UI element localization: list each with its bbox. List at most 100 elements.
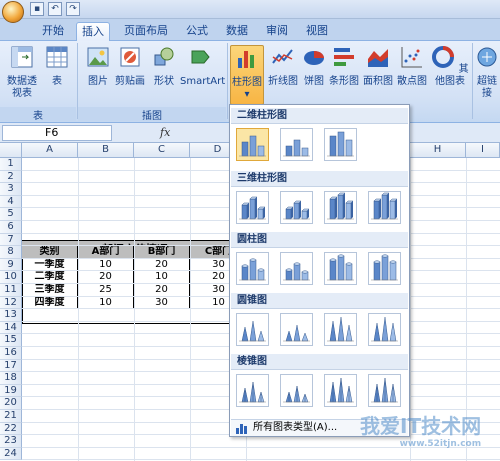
column-chart-label: 柱形图: [232, 77, 262, 88]
table-icon: [46, 46, 68, 68]
tab-data[interactable]: 数据: [220, 22, 254, 41]
scatter-chart-button[interactable]: 散点图: [396, 45, 428, 88]
chart-thumbnail-icon: [327, 192, 354, 220]
row-header[interactable]: 23: [0, 435, 22, 448]
save-icon[interactable]: ▪: [30, 2, 44, 16]
row-header[interactable]: 6: [0, 221, 22, 234]
chart-thumbnail-icon: [283, 385, 310, 403]
tab-review[interactable]: 审阅: [260, 22, 294, 41]
row-header[interactable]: 24: [0, 447, 22, 461]
chart-type-cyl-2[interactable]: [280, 252, 313, 285]
chart-type-cone-2[interactable]: [280, 313, 313, 346]
shapes-label: 形状: [154, 76, 174, 87]
row-header[interactable]: 13: [0, 309, 22, 322]
shapes-button[interactable]: 形状: [150, 45, 178, 88]
line-chart-label: 折线图: [268, 76, 298, 87]
clipart-icon: [120, 47, 140, 67]
chart-type-cyl-3[interactable]: [324, 252, 357, 285]
tab-insert[interactable]: 插入: [76, 22, 110, 41]
watermark-sub: www.52itjn.com: [399, 439, 482, 449]
pie-chart-label: 饼图: [304, 76, 324, 87]
row-header[interactable]: 21: [0, 410, 22, 423]
row-header[interactable]: 7: [0, 233, 22, 247]
chart-thumbnail-icon: [327, 254, 354, 281]
chart-type-pyr-1[interactable]: [236, 374, 269, 407]
fx-icon[interactable]: fx: [160, 126, 170, 139]
chart-type-cyl-4[interactable]: [368, 252, 401, 285]
chart-type-cyl-1[interactable]: [236, 252, 269, 285]
chart-type-col3d-1[interactable]: [236, 191, 269, 224]
redo-icon[interactable]: ↷: [66, 2, 80, 16]
row-header[interactable]: 15: [0, 334, 22, 347]
column-chart-button[interactable]: 柱形图 ▾: [230, 45, 264, 105]
other-charts-button[interactable]: 其他图表: [430, 45, 470, 88]
row-header[interactable]: 17: [0, 359, 22, 373]
row-header[interactable]: 22: [0, 422, 22, 436]
column-header-c[interactable]: C: [134, 143, 190, 158]
picture-button[interactable]: 图片: [84, 45, 112, 88]
hyperlink-icon: [477, 47, 497, 67]
bar-chart-button[interactable]: 条形图: [328, 45, 360, 88]
row-header[interactable]: 2: [0, 170, 22, 184]
chart-type-cone-4[interactable]: [368, 313, 401, 346]
chart-type-col2d-3[interactable]: [324, 128, 357, 161]
grid-line: [78, 158, 79, 461]
row-header[interactable]: 5: [0, 208, 22, 221]
name-box[interactable]: F6: [2, 125, 112, 141]
chart-type-col2d-2[interactable]: [280, 128, 313, 161]
smartart-button[interactable]: SmartArt: [180, 45, 225, 88]
chart-thumbnail-icon: [371, 316, 398, 342]
chart-type-cone-3[interactable]: [324, 313, 357, 346]
row-header[interactable]: 8: [0, 246, 22, 259]
chart-type-pyr-4[interactable]: [368, 374, 401, 407]
column-chart-icon: [238, 51, 254, 68]
tab-formulas[interactable]: 公式: [180, 22, 214, 41]
chart-thumbnail-icon: [283, 324, 310, 342]
chart-thumbnail-icon: [371, 192, 398, 220]
chart-thumbnail-icon: [239, 381, 266, 403]
row-header[interactable]: 4: [0, 195, 22, 209]
office-button[interactable]: [2, 1, 24, 23]
column-header-i[interactable]: I: [466, 143, 500, 158]
row-header[interactable]: 14: [0, 321, 22, 335]
row-header[interactable]: 9: [0, 258, 22, 272]
row-header[interactable]: 3: [0, 183, 22, 196]
area-chart-button[interactable]: 面积图: [362, 45, 394, 88]
chart-type-col3d-3[interactable]: [324, 191, 357, 224]
tab-home[interactable]: 开始: [36, 22, 70, 41]
undo-icon[interactable]: ↶: [48, 2, 62, 16]
pivot-table-button[interactable]: 数据透视表: [4, 45, 40, 100]
line-chart-button[interactable]: 折线图: [266, 45, 300, 88]
clipart-button[interactable]: 剪贴画: [114, 45, 146, 88]
row-header[interactable]: 16: [0, 347, 22, 360]
all-chart-types-label: 所有图表类型(A)...: [253, 422, 338, 433]
scatter-chart-icon: [401, 47, 422, 68]
hyperlink-label: 超链接: [477, 76, 497, 99]
chart-type-cone-1[interactable]: [236, 313, 269, 346]
chart-type-pyr-2[interactable]: [280, 374, 313, 407]
select-all-corner[interactable]: [0, 143, 22, 158]
tab-page-layout[interactable]: 页面布局: [118, 22, 174, 41]
row-header[interactable]: 20: [0, 397, 22, 410]
tab-view[interactable]: 视图: [300, 22, 334, 41]
row-header[interactable]: 19: [0, 384, 22, 398]
chart-type-col2d-1[interactable]: [236, 128, 269, 161]
row-header[interactable]: 1: [0, 158, 22, 171]
section-pyramid: 棱锥图: [231, 354, 408, 370]
bar-chart-label: 条形图: [329, 76, 359, 87]
table-button[interactable]: 表: [44, 45, 70, 88]
chart-type-col3d-2[interactable]: [280, 191, 313, 224]
row-header[interactable]: 11: [0, 284, 22, 297]
row-header[interactable]: 10: [0, 271, 22, 284]
row-header[interactable]: 18: [0, 372, 22, 385]
group-separator: [227, 43, 228, 119]
chart-thumbnail-icon: [327, 131, 354, 157]
pie-chart-button[interactable]: 饼图: [302, 45, 326, 88]
column-header-b[interactable]: B: [78, 143, 134, 158]
chart-type-col3d-4[interactable]: [368, 191, 401, 224]
hyperlink-button[interactable]: 超链接: [474, 45, 500, 100]
row-header[interactable]: 12: [0, 296, 22, 310]
column-header-a[interactable]: A: [22, 143, 78, 158]
column-header-h[interactable]: H: [410, 143, 466, 158]
chart-type-pyr-3[interactable]: [324, 374, 357, 407]
